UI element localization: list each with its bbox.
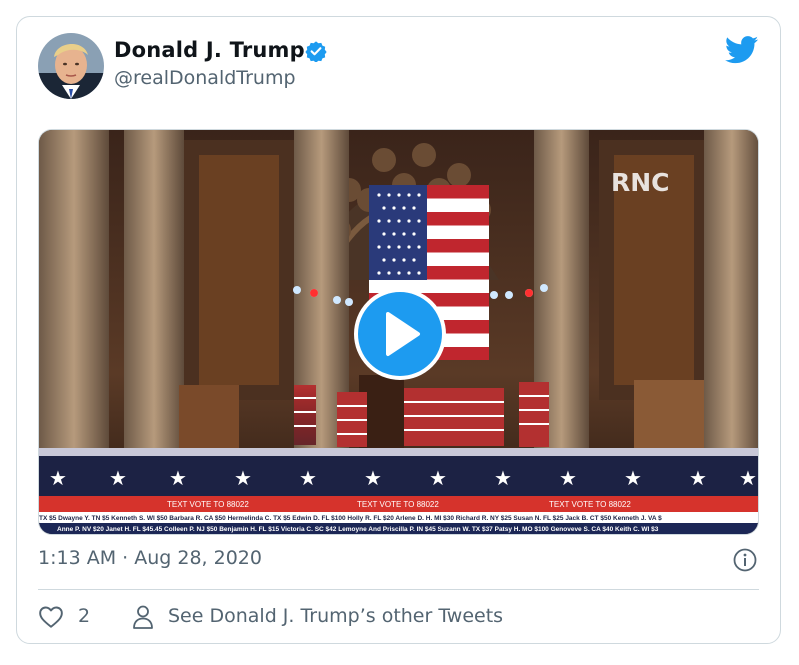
other-tweets-link[interactable]: See Donald J. Trump’s other Tweets [168, 605, 503, 627]
tweet-timestamp[interactable]: 1:13 AM · Aug 28, 2020 [38, 547, 262, 569]
play-button[interactable] [354, 288, 446, 380]
svg-text:★: ★ [49, 466, 67, 490]
person-icon[interactable] [131, 604, 155, 630]
twitter-bird-icon[interactable] [725, 36, 759, 64]
avatar[interactable] [38, 33, 104, 99]
svg-text:★: ★ [689, 466, 707, 490]
svg-text:★: ★ [109, 466, 127, 490]
ticker-banner-text: TEXT VOTE TO 88022 [357, 500, 439, 509]
ticker-banner-text: TEXT VOTE TO 88022 [167, 500, 249, 509]
heart-icon[interactable] [38, 604, 64, 630]
author-handle[interactable]: @realDonaldTrump [114, 67, 296, 89]
author-name[interactable]: Donald J. Trump [114, 38, 305, 62]
play-icon [386, 312, 420, 356]
svg-text:★: ★ [624, 466, 642, 490]
divider [38, 589, 759, 590]
rnc-watermark: RNC [611, 168, 670, 197]
ticker-banner-text: TEXT VOTE TO 88022 [549, 500, 631, 509]
ticker-banner: TEXT VOTE TO 88022 TEXT VOTE TO 88022 TE… [39, 497, 758, 513]
svg-text:★: ★ [169, 466, 187, 490]
svg-text:★: ★ [739, 466, 757, 490]
verified-badge-icon [305, 41, 327, 62]
svg-text:★: ★ [299, 466, 317, 490]
svg-text:★: ★ [494, 466, 512, 490]
ticker-donors-row-2: Anne P. NV $20 Janet H. FL $45.45 Collee… [57, 526, 659, 533]
svg-text:★: ★ [234, 466, 252, 490]
like-count[interactable]: 2 [78, 605, 90, 627]
svg-text:★: ★ [429, 466, 447, 490]
svg-text:★: ★ [559, 466, 577, 490]
ticker-donors-row-1: TX $5 Dwayne Y. TN $5 Kenneth S. WI $50 … [39, 515, 662, 522]
info-icon[interactable] [733, 548, 757, 572]
svg-text:★: ★ [364, 466, 382, 490]
